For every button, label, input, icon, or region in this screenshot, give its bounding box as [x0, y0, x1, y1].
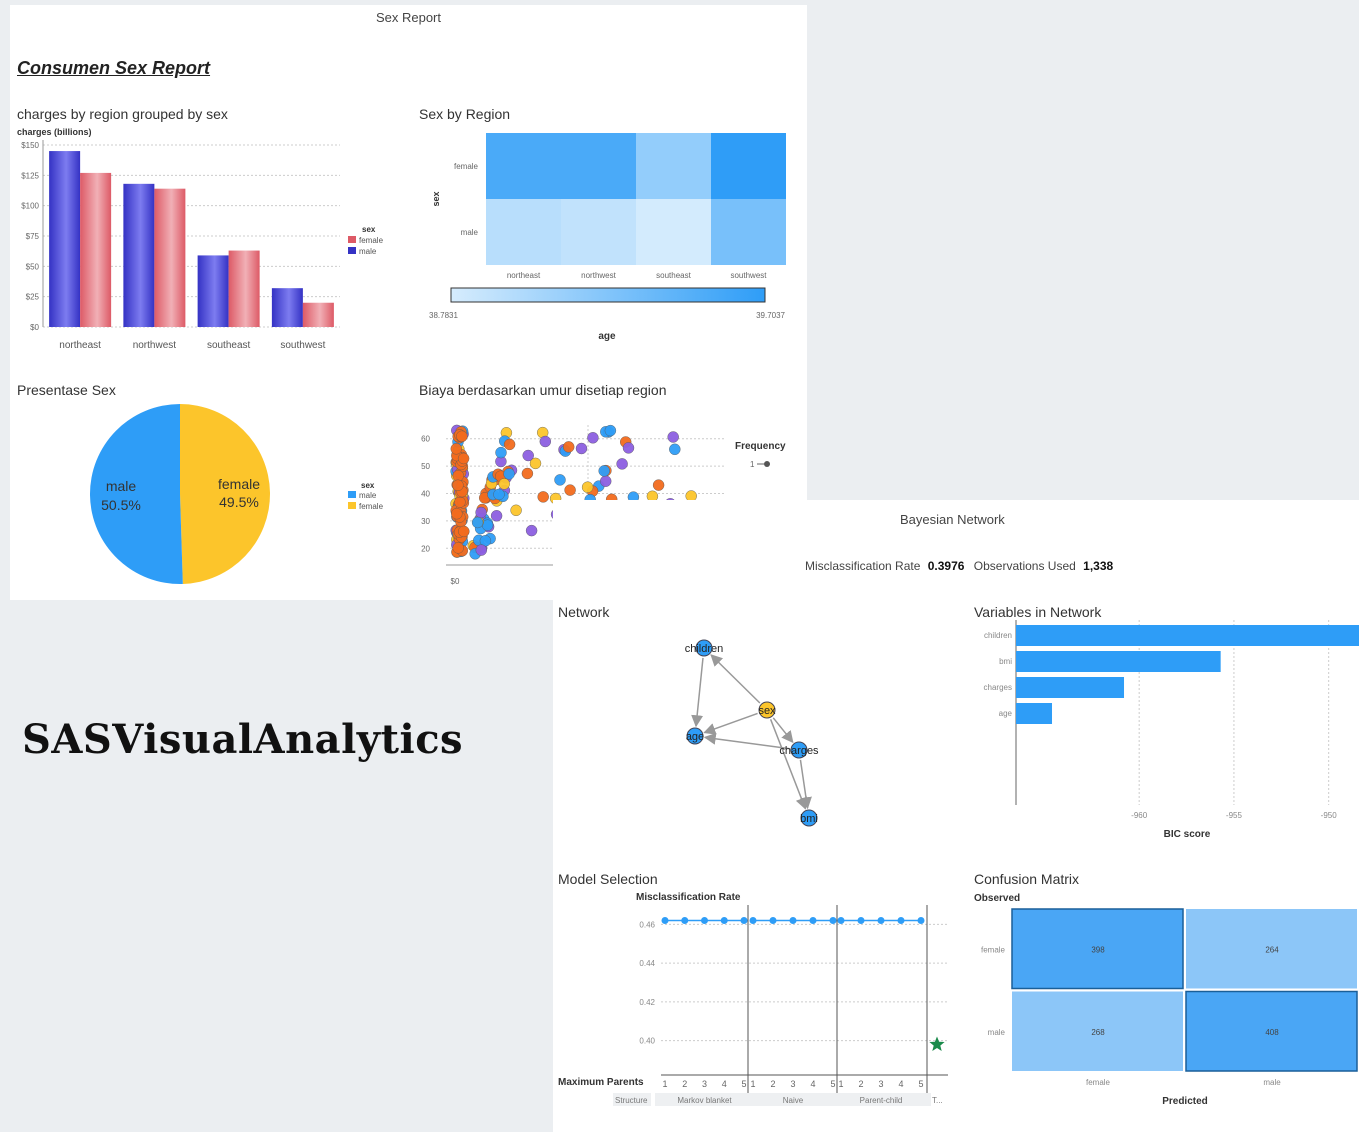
scatter-point-northeast: [669, 443, 681, 455]
conf-cell-value: 398: [1091, 945, 1105, 954]
brand-title: SASVisualAnalytics: [22, 716, 464, 763]
conf-y-label: Observed: [974, 893, 1020, 904]
scatter-point-southwest: [452, 542, 464, 554]
confusion-matrix: Observed 398 264 female 268 408 male female male…: [974, 893, 1358, 1107]
scatter-point-northeast: [598, 465, 610, 477]
scatter-point-southeast: [667, 431, 679, 443]
conf-row-label: male: [988, 1028, 1006, 1037]
scatter-point-southwest: [456, 430, 468, 442]
scatter-point-southwest: [451, 508, 463, 520]
scatter-point-southeast: [600, 475, 612, 487]
scatter-y-tick: 30: [421, 517, 430, 526]
conf-col-label: male: [1263, 1078, 1281, 1087]
conf-cell-value: 408: [1265, 1028, 1279, 1037]
conf-col-label: female: [1086, 1078, 1111, 1087]
scatter-point-northeast: [495, 446, 507, 459]
scatter-point-southwest: [454, 496, 466, 508]
scatter-point-southeast: [525, 524, 538, 537]
scatter-point-northeast: [503, 468, 515, 480]
conf-cell-value: 264: [1265, 945, 1279, 954]
scatter-point-northwest: [581, 481, 594, 493]
scatter-point-southwest: [652, 479, 665, 491]
scatter-y-tick: 20: [421, 544, 430, 553]
conf-row-label: female: [981, 945, 1006, 954]
freq-legend-label: 1: [750, 460, 755, 469]
scatter-point-southeast: [539, 435, 551, 448]
scatter-point-southwest: [537, 491, 549, 503]
freq-legend-title: Frequency: [735, 441, 786, 452]
scatter-point-southeast: [522, 449, 534, 462]
scatter-point-southeast: [575, 442, 588, 455]
scatter-point-southeast: [475, 544, 487, 556]
scatter-point-southwest: [521, 467, 534, 480]
scatter-point-southwest: [458, 525, 470, 538]
scatter-point-southwest: [452, 479, 464, 491]
bayesian-network-panel: Bayesian Network Misclassification Rate …: [553, 500, 1359, 1132]
scatter-point-southeast: [475, 506, 487, 519]
scatter-point-southwest: [457, 452, 470, 465]
scatter-point-southwest: [450, 443, 462, 455]
scatter-point-southwest: [563, 441, 575, 453]
scatter-point-southeast: [587, 432, 599, 444]
scatter-y-tick: 50: [421, 462, 430, 471]
scatter-point-southeast: [622, 442, 635, 454]
scatter-y-tick: 60: [421, 435, 430, 444]
scatter-point-northeast: [471, 516, 484, 529]
scatter-point-northeast: [493, 488, 505, 501]
freq-legend-marker: [764, 461, 770, 467]
scatter-point-northwest: [498, 478, 510, 490]
scatter-point-northwest: [510, 504, 522, 516]
conf-cell-value: 268: [1091, 1028, 1105, 1037]
scatter-point-northeast: [604, 424, 617, 437]
scatter-point-southwest: [503, 438, 516, 451]
scatter-point-northeast: [554, 474, 566, 486]
scatter-y-tick: 40: [421, 490, 430, 499]
scatter-point-southwest: [564, 484, 576, 496]
conf-x-label: Predicted: [1162, 1096, 1208, 1107]
scatter-point-southwest: [452, 470, 464, 482]
scatter-point-southeast: [490, 510, 503, 522]
scatter-point-southeast: [616, 458, 628, 470]
scatter-x-tick: $0: [451, 577, 460, 586]
